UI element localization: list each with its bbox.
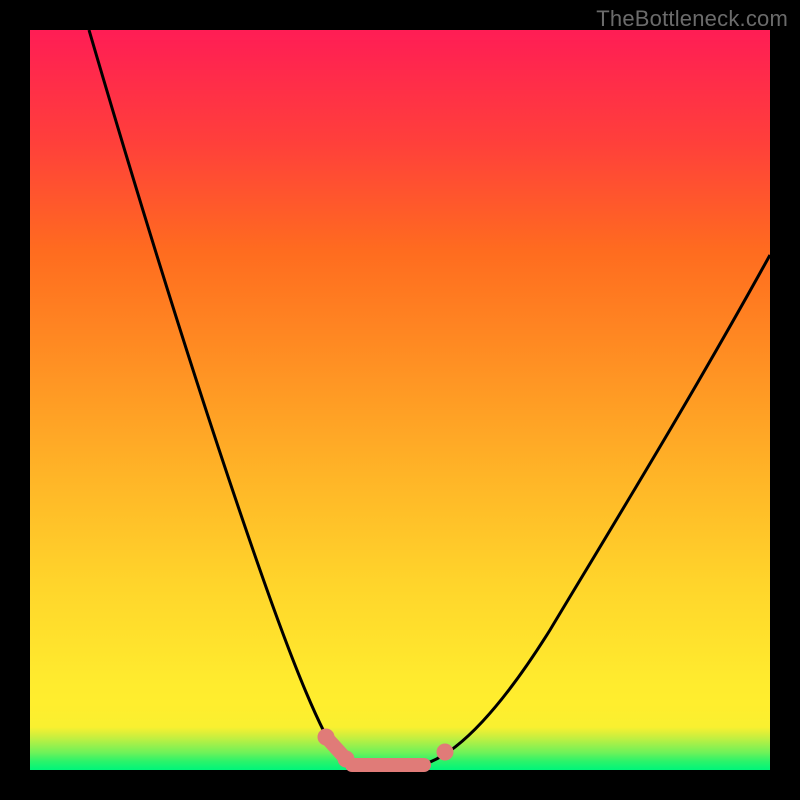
curve-right-branch — [430, 255, 770, 762]
plot-area — [30, 30, 770, 770]
watermark-text: TheBottleneck.com — [596, 6, 788, 32]
curve-layer — [30, 30, 770, 770]
chart-frame: TheBottleneck.com — [0, 0, 800, 800]
highlight-left-dot-top — [318, 729, 334, 745]
curve-left-branch — [89, 30, 341, 762]
highlight-right-dot — [437, 744, 453, 760]
